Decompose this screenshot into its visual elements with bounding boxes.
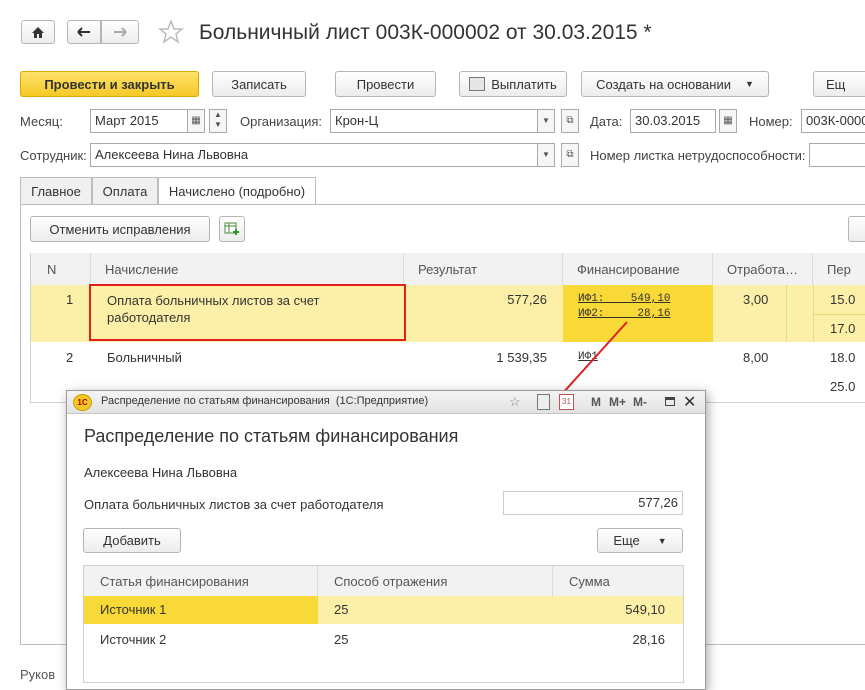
- sum-value: 549,10: [625, 602, 665, 617]
- memory-minus-icon[interactable]: M-: [633, 395, 647, 409]
- calendar-icon[interactable]: 31: [559, 394, 574, 410]
- column-header-article[interactable]: Статья финансирования: [84, 566, 318, 596]
- dialog-more-button[interactable]: Еще ▼: [597, 528, 683, 553]
- dialog-accrual-value[interactable]: 577,26: [503, 491, 683, 515]
- sum-value: 28,16: [632, 632, 665, 647]
- maximize-icon[interactable]: [665, 397, 675, 406]
- memory-plus-icon[interactable]: M+: [609, 395, 626, 409]
- method-value: 25: [334, 602, 349, 617]
- dialog-heading: Распределение по статьям финансирования: [84, 426, 459, 446]
- add-button[interactable]: Добавить: [83, 528, 181, 553]
- dialog-employee: Алексеева Нина Львовна: [84, 465, 238, 480]
- column-header-article-label: Статья финансирования: [100, 573, 249, 589]
- memory-m-icon[interactable]: M: [591, 395, 601, 409]
- column-header-sum[interactable]: Сумма: [553, 566, 683, 596]
- table-row[interactable]: [84, 624, 683, 654]
- dropdown-arrow-icon: ▼: [657, 535, 667, 546]
- dialog-more-label: Еще: [613, 533, 640, 548]
- dialog-window-title: Распределение по статьям финансирования …: [101, 395, 429, 407]
- column-header-method[interactable]: Способ отражения: [318, 566, 553, 596]
- column-header-sum-label: Сумма: [569, 573, 610, 589]
- close-icon[interactable]: ✕: [683, 392, 696, 412]
- calculator-icon[interactable]: [537, 394, 550, 410]
- method-value: 25: [334, 632, 349, 647]
- favorite-icon[interactable]: ☆: [509, 394, 521, 410]
- app-logo-icon: 1C: [73, 394, 92, 411]
- column-header-method-label: Способ отражения: [334, 573, 448, 589]
- article-value: Источник 1: [100, 602, 167, 617]
- article-value: Источник 2: [100, 632, 167, 647]
- dialog-accrual-label: Оплата больничных листов за счет работод…: [84, 497, 384, 512]
